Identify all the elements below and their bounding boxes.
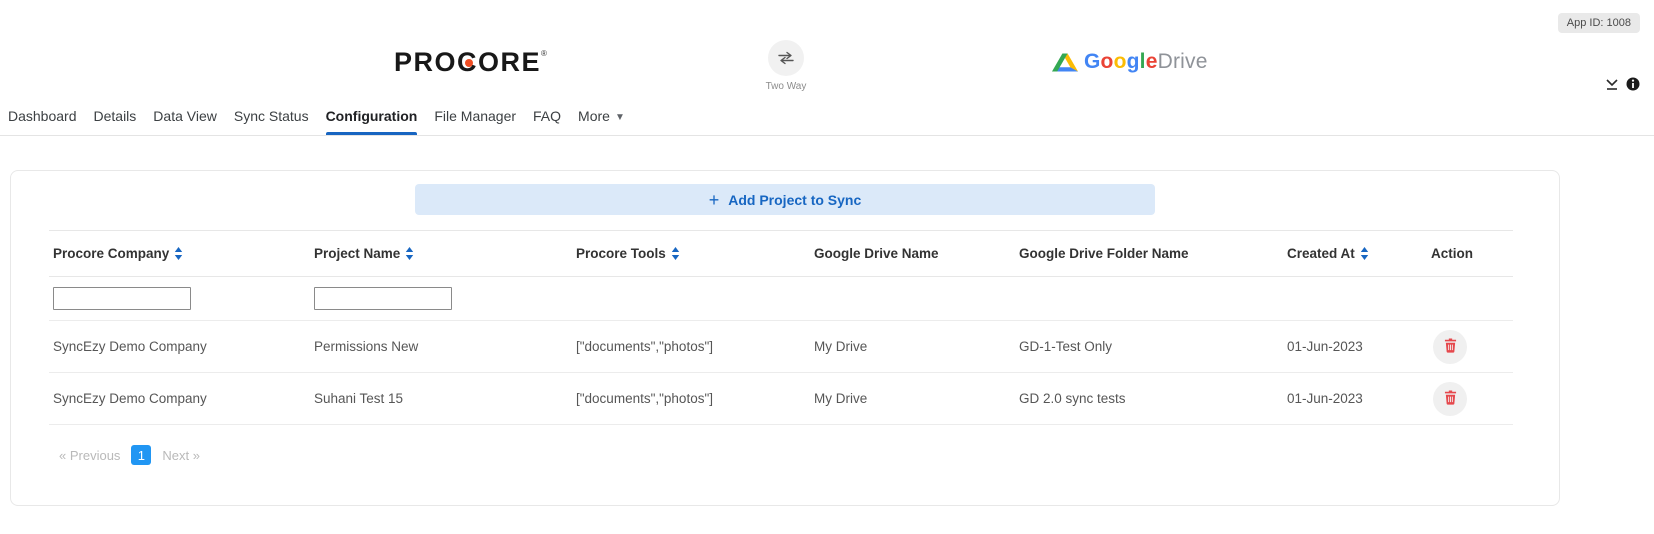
google-drive-wordmark: Go o g l e Drive (1084, 50, 1208, 73)
procore-logo-text-post: ORE (478, 47, 542, 77)
cell-procore-company: SyncEzy Demo Company (53, 339, 207, 354)
next-page-button[interactable]: Next » (162, 448, 200, 463)
cell-project-name: Permissions New (314, 339, 419, 354)
tab-data-view[interactable]: Data View (153, 102, 217, 135)
sync-direction-indicator: Two Way (760, 40, 812, 92)
procore-logo-text-pre: PRO (394, 47, 458, 77)
procore-company-filter-input[interactable] (53, 287, 191, 310)
cell-procore-tools: ["documents","photos"] (576, 339, 713, 354)
chevron-down-icon: ▼ (614, 112, 625, 123)
tab-dashboard[interactable]: Dashboard (8, 102, 77, 135)
google-drive-logo: Go o g l e Drive (1052, 50, 1208, 74)
current-page-indicator[interactable]: 1 (131, 445, 152, 465)
filter-row (49, 277, 1513, 321)
sync-mode-label: Two Way (765, 81, 807, 92)
column-header-project-name[interactable]: Project Name (314, 246, 414, 261)
table-row: SyncEzy Demo Company Suhani Test 15 ["do… (49, 372, 1513, 425)
info-icon[interactable] (1626, 77, 1640, 91)
column-header-created-at[interactable]: Created At (1287, 246, 1369, 261)
tab-file-manager[interactable]: File Manager (434, 102, 516, 135)
cell-created-at: 01-Jun-2023 (1287, 339, 1363, 354)
procore-logo: PROCORE® (394, 47, 547, 78)
add-project-to-sync-button[interactable]: + Add Project to Sync (415, 184, 1155, 215)
tab-more[interactable]: More ▼ (578, 102, 625, 135)
corner-actions (1605, 77, 1640, 91)
cell-procore-tools: ["documents","photos"] (576, 391, 713, 406)
sort-icon (1360, 247, 1369, 260)
column-header-procore-tools[interactable]: Procore Tools (576, 246, 680, 261)
column-header-action: Action (1431, 246, 1473, 261)
plus-icon: + (708, 189, 720, 210)
cell-google-drive-name: My Drive (814, 391, 868, 406)
cell-google-drive-name: My Drive (814, 339, 868, 354)
sort-icon (405, 247, 414, 260)
cell-google-drive-folder-name: GD 2.0 sync tests (1019, 391, 1126, 406)
tab-faq[interactable]: FAQ (533, 102, 561, 135)
trash-icon (1444, 390, 1457, 408)
trash-icon (1444, 338, 1457, 356)
pagination: « Previous 1 Next » (59, 445, 1521, 465)
sort-icon (671, 247, 680, 260)
column-header-google-drive-folder-name: Google Drive Folder Name (1019, 246, 1189, 261)
download-icon[interactable] (1605, 78, 1619, 91)
table-row: SyncEzy Demo Company Permissions New ["d… (49, 320, 1513, 373)
projects-sync-table: Procore Company Project Name Procore Too… (49, 230, 1513, 425)
cell-created-at: 01-Jun-2023 (1287, 391, 1363, 406)
cell-procore-company: SyncEzy Demo Company (53, 391, 207, 406)
tab-sync-status[interactable]: Sync Status (234, 102, 309, 135)
cell-project-name: Suhani Test 15 (314, 391, 404, 406)
cell-google-drive-folder-name: GD-1-Test Only (1019, 339, 1113, 354)
header: PROCORE® Two Way GoogleDrive (0, 0, 1654, 100)
configuration-panel: + Add Project to Sync Procore Company Pr… (10, 170, 1560, 506)
registered-mark: ® (541, 49, 547, 58)
column-header-procore-company[interactable]: Procore Company (53, 246, 183, 261)
two-way-sync-icon (768, 40, 804, 76)
project-name-filter-input[interactable] (314, 287, 452, 310)
tab-bar: Dashboard Details Data View Sync Status … (0, 100, 1654, 136)
drive-wordmark: Drive (1157, 50, 1208, 73)
delete-button[interactable] (1433, 381, 1467, 416)
google-drive-triangle-icon (1052, 52, 1078, 72)
previous-page-button[interactable]: « Previous (59, 448, 120, 463)
table-header-row: Procore Company Project Name Procore Too… (49, 230, 1513, 277)
procore-orange-dot (465, 59, 474, 68)
column-header-google-drive-name: Google Drive Name (814, 246, 939, 261)
delete-button[interactable] (1433, 329, 1467, 364)
tab-configuration[interactable]: Configuration (325, 102, 417, 135)
sort-icon (174, 247, 183, 260)
tab-details[interactable]: Details (94, 102, 137, 135)
